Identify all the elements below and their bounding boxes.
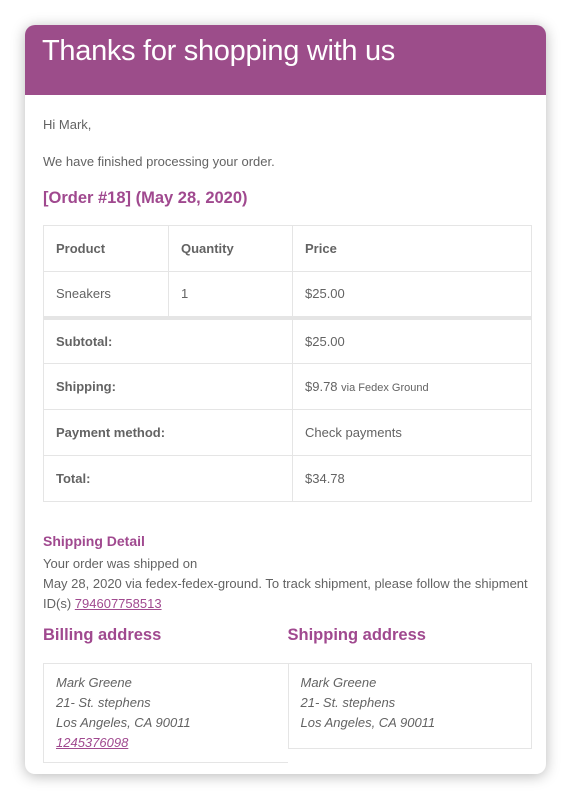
intro-text: We have finished processing your order. bbox=[43, 154, 275, 169]
shipping-detail-heading: Shipping Detail bbox=[43, 533, 145, 549]
column-header-price: Price bbox=[292, 225, 532, 272]
email-card: Thanks for shopping with us Hi Mark, We … bbox=[25, 25, 546, 774]
shipping-street: 21- St. stephens bbox=[300, 695, 396, 710]
email-body: Hi Mark, We have finished processing you… bbox=[25, 117, 546, 763]
payment-method-row: Payment method: Check payments bbox=[43, 409, 532, 456]
header-title: Thanks for shopping with us bbox=[42, 35, 395, 67]
total-value: $34.78 bbox=[292, 455, 532, 502]
greeting: Hi Mark, bbox=[43, 117, 92, 132]
shipping-address-box: Mark Greene 21- St. stephens Los Angeles… bbox=[287, 663, 532, 749]
subtotal-row: Subtotal: $25.00 bbox=[43, 315, 532, 364]
subtotal-value: $25.00 bbox=[292, 315, 532, 364]
billing-city: Los Angeles, CA 90011 bbox=[56, 715, 191, 730]
tracking-id-link[interactable]: 794607758513 bbox=[75, 596, 162, 611]
billing-address-box: Mark Greene 21- St. stephens Los Angeles… bbox=[43, 663, 288, 763]
price-cell: $25.00 bbox=[292, 271, 532, 318]
payment-method-label: Payment method: bbox=[43, 409, 293, 456]
payment-method-value: Check payments bbox=[292, 409, 532, 456]
billing-address-section: Billing address Mark Greene 21- St. step… bbox=[43, 626, 288, 763]
shipping-city: Los Angeles, CA 90011 bbox=[300, 715, 436, 730]
subtotal-label: Subtotal: bbox=[43, 315, 293, 364]
order-title: [Order #18] (May 28, 2020) bbox=[43, 189, 248, 207]
table-header-row: Product Quantity Price bbox=[43, 225, 532, 272]
column-header-product: Product bbox=[43, 225, 169, 272]
shipping-value-cell: $9.78 via Fedex Ground bbox=[292, 363, 532, 410]
quantity-cell: 1 bbox=[168, 271, 293, 318]
table-row: Sneakers 1 $25.00 bbox=[43, 271, 532, 318]
shipping-value: $9.78 bbox=[305, 379, 338, 394]
shipping-detail-text: Your order was shipped on May 28, 2020 v… bbox=[43, 554, 532, 614]
addresses: Billing address Mark Greene 21- St. step… bbox=[43, 626, 532, 763]
column-header-quantity: Quantity bbox=[168, 225, 293, 272]
total-row: Total: $34.78 bbox=[43, 455, 532, 502]
shipping-name: Mark Greene bbox=[300, 675, 377, 690]
product-cell: Sneakers bbox=[43, 271, 169, 318]
shipping-address-heading: Shipping address bbox=[287, 626, 426, 644]
email-header: Thanks for shopping with us bbox=[25, 25, 546, 95]
order-table: Product Quantity Price Sneakers 1 $25.00… bbox=[43, 225, 532, 502]
billing-phone-link[interactable]: 1245376098 bbox=[56, 735, 128, 750]
total-label: Total: bbox=[43, 455, 293, 502]
billing-name: Mark Greene bbox=[56, 675, 132, 690]
shipping-address-section: Shipping address Mark Greene 21- St. ste… bbox=[287, 626, 532, 763]
shipping-row: Shipping: $9.78 via Fedex Ground bbox=[43, 363, 532, 410]
billing-address-heading: Billing address bbox=[43, 626, 162, 644]
shipping-detail-line1: Your order was shipped on bbox=[43, 556, 198, 571]
shipping-method-note: via Fedex Ground bbox=[341, 382, 429, 394]
shipping-label: Shipping: bbox=[43, 363, 293, 410]
billing-street: 21- St. stephens bbox=[56, 695, 151, 710]
